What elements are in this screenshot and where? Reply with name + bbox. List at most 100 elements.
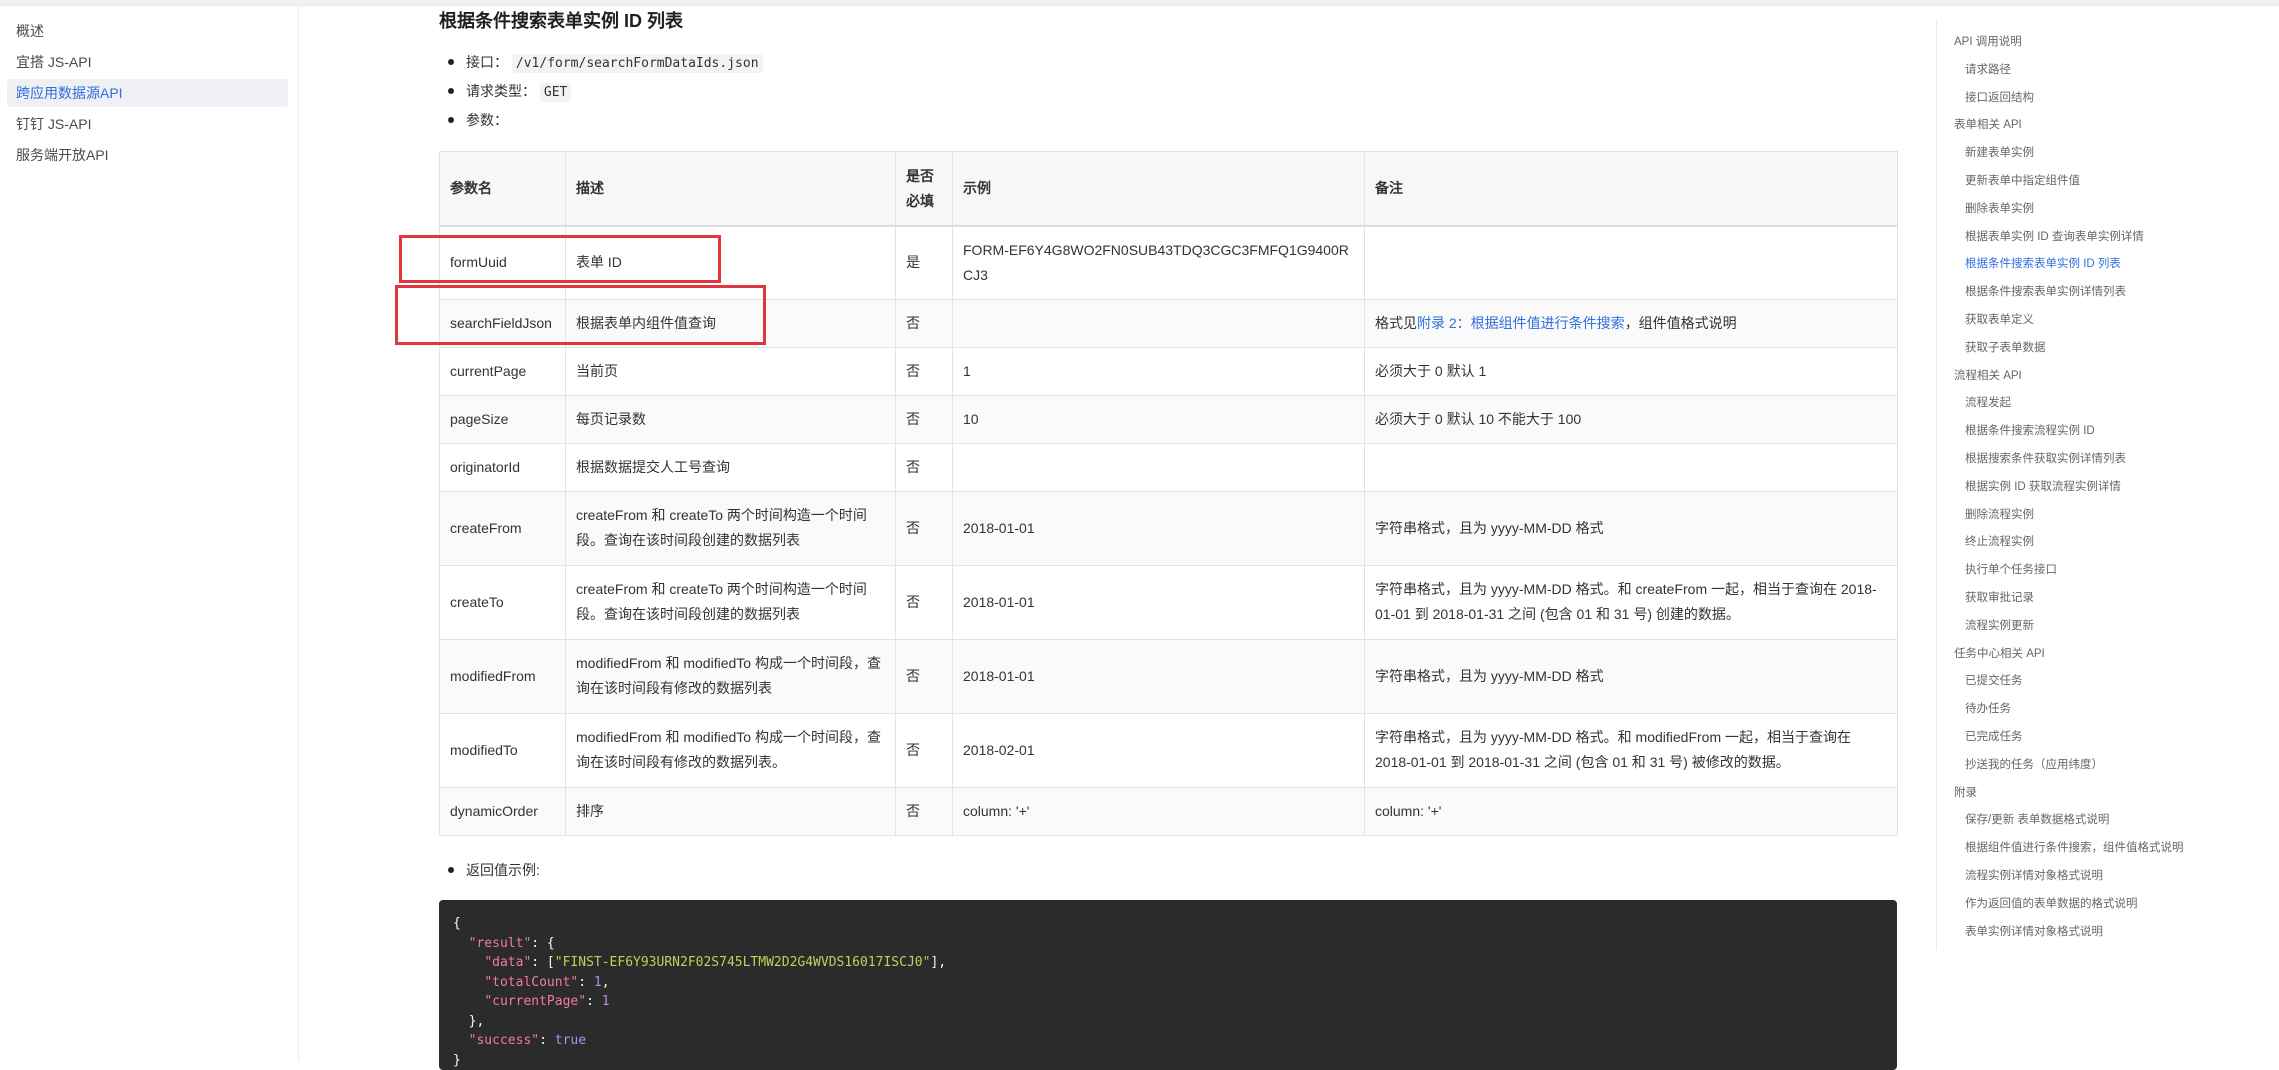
param-example: 2018-02-01 — [953, 713, 1365, 787]
toc-item[interactable]: 流程实例更新 — [1965, 617, 2034, 633]
left-sidebar: 概述 宜搭 JS-API 跨应用数据源API 钉钉 JS-API 服务端开放AP… — [0, 5, 299, 1061]
toc-item[interactable]: 根据组件值进行条件搜索，组件值格式说明 — [1965, 839, 2184, 855]
toc-item[interactable]: 已提交任务 — [1965, 672, 2023, 688]
param-example: 2018-01-01 — [953, 565, 1365, 639]
table-row: pageSize 每页记录数 否 10 必须大于 0 默认 10 不能大于 10… — [440, 395, 1898, 443]
param-required: 否 — [896, 713, 953, 787]
code-line: { — [453, 914, 1883, 934]
param-name: dynamicOrder — [440, 787, 566, 835]
toc-item[interactable]: 请求路径 — [1965, 61, 2011, 77]
table-row: createTo createFrom 和 createTo 两个时间构造一个时… — [440, 565, 1898, 639]
param-required: 否 — [896, 347, 953, 395]
toc-item[interactable]: 作为返回值的表单数据的格式说明 — [1965, 895, 2138, 911]
sidebar-item-overview[interactable]: 概述 — [7, 17, 288, 45]
toc-item[interactable]: 更新表单中指定组件值 — [1965, 172, 2080, 188]
toc-item[interactable]: 流程相关 API — [1954, 367, 2022, 383]
toc-item[interactable]: 根据条件搜索表单实例详情列表 — [1965, 283, 2126, 299]
toc-item[interactable]: 流程发起 — [1965, 394, 2011, 410]
sidebar-item-cross-app-datasource[interactable]: 跨应用数据源API — [7, 79, 288, 107]
page-title: 根据条件搜索表单实例 ID 列表 — [439, 7, 683, 33]
appendix-2-link[interactable]: 附录 2：根据组件值进行条件搜索 — [1417, 315, 1625, 331]
toc-item[interactable]: 删除表单实例 — [1965, 200, 2034, 216]
toc-item[interactable]: 流程实例详情对象格式说明 — [1965, 867, 2103, 883]
toc-item[interactable]: 附录 — [1954, 784, 1977, 800]
toc-item[interactable]: 待办任务 — [1965, 700, 2011, 716]
toc-item[interactable]: 保存/更新 表单数据格式说明 — [1965, 811, 2109, 827]
param-desc: 排序 — [566, 787, 896, 835]
toc-item[interactable]: API 调用说明 — [1954, 33, 2022, 49]
table-row: originatorId 根据数据提交人工号查询 否 — [440, 443, 1898, 491]
highlight-box-searchfieldjson — [395, 285, 766, 345]
param-note: 必须大于 0 默认 10 不能大于 100 — [1365, 395, 1898, 443]
toc-item[interactable]: 终止流程实例 — [1965, 533, 2034, 549]
param-note: 格式见附录 2：根据组件值进行条件搜索，组件值格式说明 — [1365, 299, 1898, 347]
code-line: "result": { — [453, 934, 1883, 954]
sidebar-item-yida-jsapi[interactable]: 宜搭 JS-API — [7, 48, 288, 76]
toc-item[interactable]: 表单相关 API — [1954, 116, 2022, 132]
code-line: "success": true — [453, 1031, 1883, 1051]
param-name: modifiedFrom — [440, 639, 566, 713]
toc-item[interactable]: 已完成任务 — [1965, 728, 2023, 744]
toc-item[interactable]: 获取子表单数据 — [1965, 339, 2046, 355]
param-note — [1365, 443, 1898, 491]
return-label: 返回值示例: — [466, 862, 540, 878]
table-row: modifiedTo modifiedFrom 和 modifiedTo 构成一… — [440, 713, 1898, 787]
code-line: "currentPage": 1 — [453, 992, 1883, 1012]
param-desc: 每页记录数 — [566, 395, 896, 443]
endpoint-code: /v1/form/searchFormDataIds.json — [512, 54, 763, 73]
param-desc: createFrom 和 createTo 两个时间构造一个时间段。查询在该时间… — [566, 491, 896, 565]
table-header-row: 参数名 描述 是否必填 示例 备注 — [440, 152, 1898, 227]
params-bullet: 参数： — [466, 110, 508, 130]
table-row: createFrom createFrom 和 createTo 两个时间构造一… — [440, 491, 1898, 565]
col-header-desc: 描述 — [566, 152, 896, 227]
return-code-block: { "result": { "data": ["FINST-EF6Y93URN2… — [439, 900, 1897, 1070]
method-label: 请求类型： — [466, 83, 536, 99]
toc-item[interactable]: 新建表单实例 — [1965, 144, 2034, 160]
param-name: pageSize — [440, 395, 566, 443]
param-name: createTo — [440, 565, 566, 639]
toc-item[interactable]: 任务中心相关 API — [1954, 645, 2045, 661]
method-code: GET — [540, 83, 571, 102]
toc-item[interactable]: 获取表单定义 — [1965, 311, 2034, 327]
col-header-name: 参数名 — [440, 152, 566, 227]
toc-item[interactable]: 表单实例详情对象格式说明 — [1965, 923, 2103, 939]
param-required: 否 — [896, 639, 953, 713]
param-desc: modifiedFrom 和 modifiedTo 构成一个时间段，查询在该时间… — [566, 713, 896, 787]
endpoint-bullet: 接口： /v1/form/searchFormDataIds.json — [466, 52, 763, 72]
table-row: modifiedFrom modifiedFrom 和 modifiedTo 构… — [440, 639, 1898, 713]
table-row: currentPage 当前页 否 1 必须大于 0 默认 1 — [440, 347, 1898, 395]
top-border — [0, 0, 2279, 6]
param-note — [1365, 226, 1898, 299]
sidebar-item-server-api[interactable]: 服务端开放API — [7, 141, 288, 169]
param-note: column: '+' — [1365, 787, 1898, 835]
toc-item[interactable]: 执行单个任务接口 — [1965, 561, 2057, 577]
toc-item[interactable]: 删除流程实例 — [1965, 506, 2034, 522]
toc-item[interactable]: 根据条件搜索表单实例 ID 列表 — [1965, 255, 2121, 271]
param-required: 否 — [896, 299, 953, 347]
sidebar-item-dingtalk-jsapi[interactable]: 钉钉 JS-API — [7, 110, 288, 138]
param-example: 1 — [953, 347, 1365, 395]
table-of-contents: API 调用说明请求路径接口返回结构表单相关 API 新建表单实例更新表单中指定组… — [1936, 20, 2197, 950]
code-line: }, — [453, 1012, 1883, 1032]
param-desc: 根据数据提交人工号查询 — [566, 443, 896, 491]
param-required: 是 — [896, 226, 953, 299]
param-note: 字符串格式，且为 yyyy-MM-DD 格式 — [1365, 639, 1898, 713]
note-suffix: ，组件值格式说明 — [1625, 315, 1737, 331]
return-bullet: 返回值示例: — [466, 860, 540, 880]
endpoint-label: 接口： — [466, 54, 508, 70]
param-note: 字符串格式，且为 yyyy-MM-DD 格式。和 createFrom 一起，相… — [1365, 565, 1898, 639]
param-note: 字符串格式，且为 yyyy-MM-DD 格式 — [1365, 491, 1898, 565]
toc-item[interactable]: 根据条件搜索流程实例 ID — [1965, 422, 2095, 438]
toc-item[interactable]: 获取审批记录 — [1965, 589, 2034, 605]
toc-item[interactable]: 根据实例 ID 获取流程实例详情 — [1965, 478, 2121, 494]
method-bullet: 请求类型： GET — [466, 81, 571, 101]
toc-item[interactable]: 抄送我的任务（应用纬度） — [1965, 756, 2103, 772]
toc-item[interactable]: 根据表单实例 ID 查询表单实例详情 — [1965, 228, 2144, 244]
param-example: column: '+' — [953, 787, 1365, 835]
param-example — [953, 299, 1365, 347]
param-desc: createFrom 和 createTo 两个时间构造一个时间段。查询在该时间… — [566, 565, 896, 639]
toc-item[interactable]: 根据搜索条件获取实例详情列表 — [1965, 450, 2126, 466]
col-header-note: 备注 — [1365, 152, 1898, 227]
toc-item[interactable]: 接口返回结构 — [1965, 89, 2034, 105]
param-required: 否 — [896, 787, 953, 835]
